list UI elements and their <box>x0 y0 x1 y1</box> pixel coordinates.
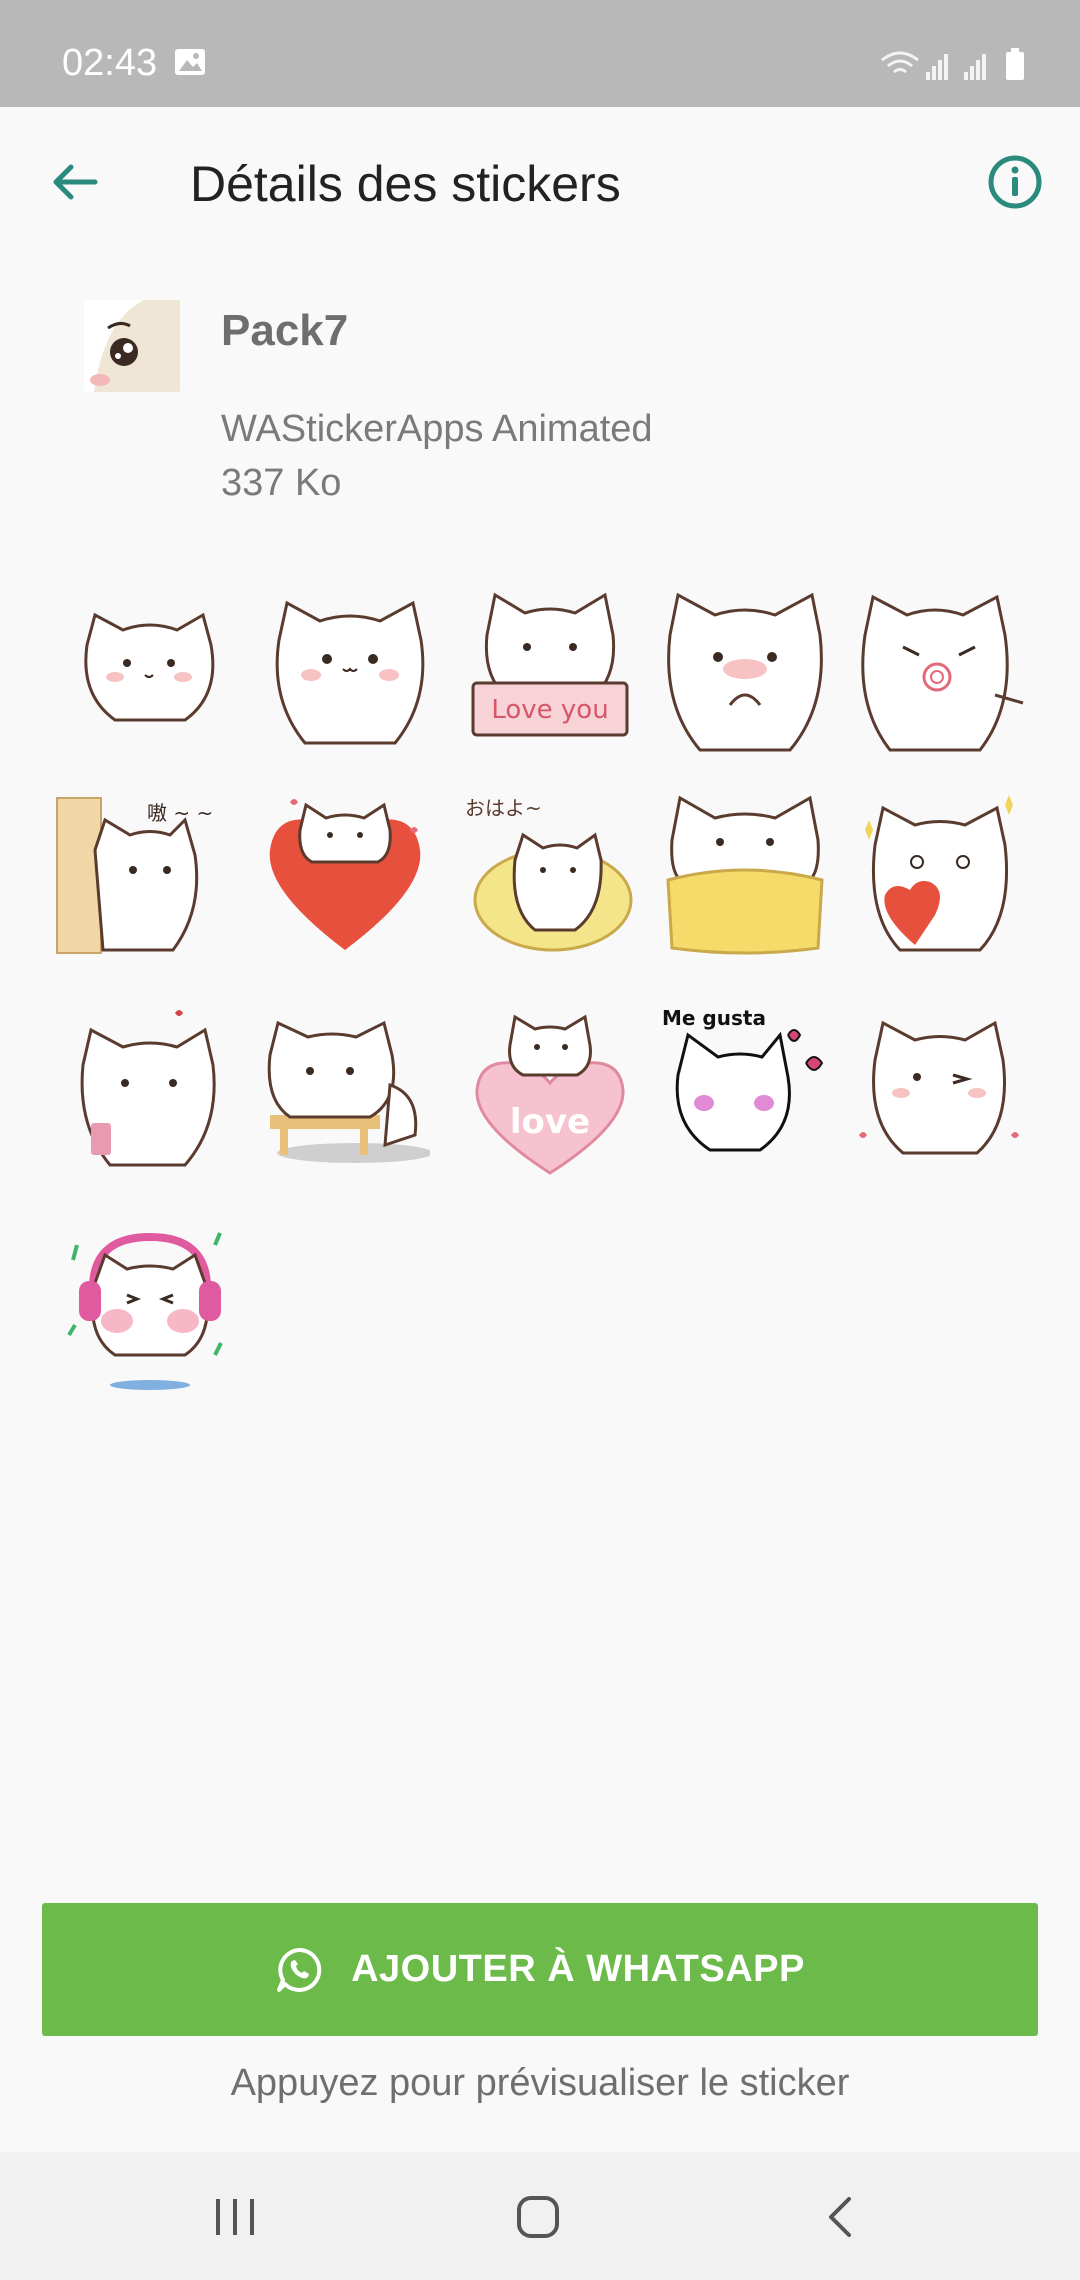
blanket-cat-sticker <box>666 795 824 955</box>
sticker-text: 嗷 ~ ~ <box>147 801 213 825</box>
cat-sticker <box>84 612 215 722</box>
sticker-item[interactable]: 嗷 ~ ~ <box>55 790 225 960</box>
sticker-text: Love you <box>491 695 608 725</box>
navigation-bar <box>0 2152 1080 2280</box>
sticker-item[interactable] <box>855 1005 1025 1175</box>
heart-cat-sticker <box>269 799 421 950</box>
headphones-cat-sticker <box>67 1232 223 1390</box>
image-icon <box>175 49 205 75</box>
cat-sticker <box>667 592 823 752</box>
sticker-item[interactable] <box>265 585 435 755</box>
back-nav-button[interactable] <box>805 2182 875 2252</box>
status-icons <box>881 48 1024 80</box>
signal-icon <box>926 54 948 80</box>
sticker-item[interactable] <box>660 790 830 960</box>
sticker-item[interactable] <box>855 790 1025 960</box>
sticker-item[interactable] <box>260 1005 433 1175</box>
sticker-item[interactable] <box>65 1225 235 1395</box>
me-gusta-cat-sticker: Me gusta <box>662 1006 824 1152</box>
sticker-item[interactable] <box>660 585 830 755</box>
sticker-item[interactable] <box>65 1005 235 1175</box>
back-button[interactable] <box>40 147 110 217</box>
wifi-icon <box>881 51 919 74</box>
sticker-item[interactable] <box>65 585 235 755</box>
sticker-text: love <box>510 1102 590 1142</box>
bench-cat-sticker <box>267 1020 433 1163</box>
sticker-item[interactable]: love <box>465 1005 635 1175</box>
sticker-item[interactable] <box>855 585 1025 755</box>
pack-tray-image <box>84 300 180 392</box>
cat-sticker <box>861 594 1024 752</box>
pillow-cat-sticker: おはよ~ <box>465 796 633 952</box>
pack-tray-icon <box>84 300 180 392</box>
love-heart-cat-sticker: love <box>475 1014 625 1175</box>
sticker-text: おはよ~ <box>465 796 542 820</box>
wink-cat-sticker <box>859 1020 1019 1155</box>
cat-sticker: 嗷 ~ ~ <box>56 797 213 954</box>
sticker-item[interactable]: Me gusta <box>660 1005 830 1175</box>
recent-apps-icon <box>216 2199 254 2235</box>
recent-apps-button[interactable] <box>200 2182 270 2252</box>
sticker-item[interactable]: おはよ~ <box>465 790 635 960</box>
sticker-text: Me gusta <box>662 1006 766 1030</box>
home-icon <box>517 2196 559 2238</box>
battery-icon <box>1006 48 1024 80</box>
app-bar: Détails des stickers <box>0 107 1080 257</box>
info-icon <box>988 155 1042 209</box>
info-button[interactable] <box>980 147 1050 217</box>
pack-name: Pack7 <box>221 306 349 355</box>
sticker-item[interactable] <box>260 790 430 960</box>
status-bar: 02:43 <box>0 0 1080 107</box>
preview-hint: Appuyez pour prévisualiser le sticker <box>230 2062 850 2104</box>
sticker-item[interactable]: Love you <box>465 585 635 755</box>
pack-size: 337 Ko <box>221 462 342 504</box>
page-title: Détails des stickers <box>190 156 621 212</box>
phone-cat-sticker <box>80 1010 216 1167</box>
heart-hold-cat-sticker <box>865 795 1013 952</box>
add-to-whatsapp-button[interactable]: AJOUTER À WHATSAPP <box>42 1903 1038 2036</box>
home-button[interactable] <box>503 2182 573 2252</box>
arrow-left-icon <box>53 164 98 200</box>
signal-icon-2 <box>964 54 986 80</box>
cat-sticker <box>275 600 425 745</box>
cat-sticker: Love you <box>471 592 629 737</box>
pack-publisher: WAStickerApps Animated <box>221 408 653 450</box>
add-button-label: AJOUTER À WHATSAPP <box>351 1948 805 1990</box>
whatsapp-icon <box>277 1947 322 1992</box>
status-time: 02:43 <box>62 42 158 84</box>
chevron-left-icon <box>829 2197 851 2237</box>
